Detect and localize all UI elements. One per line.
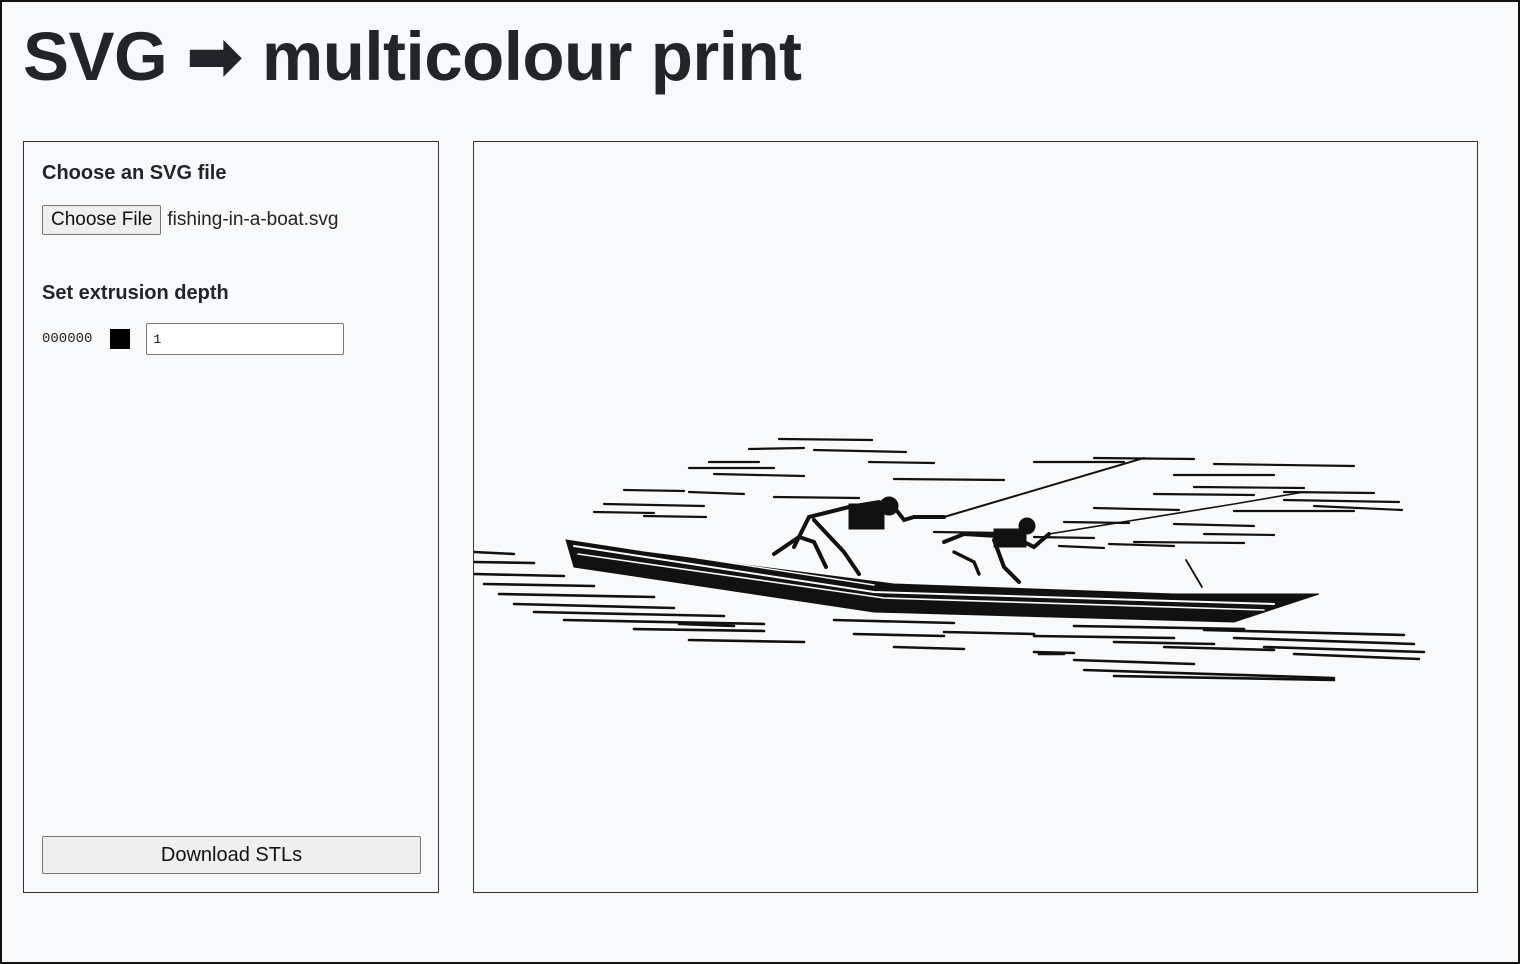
choose-file-button[interactable]: Choose File — [42, 205, 162, 235]
file-section-label: Choose an SVG file — [42, 162, 227, 184]
page-title: SVG ➡ multicolour print — [23, 18, 802, 95]
download-stls-button[interactable]: Download STLs — [42, 836, 421, 874]
color-swatch — [110, 329, 131, 349]
color-hex-label: 000000 — [42, 331, 93, 347]
color-depth-row: 000000 — [42, 323, 345, 355]
controls-panel: Choose an SVG file Choose File fishing-i… — [23, 141, 439, 893]
selected-file-name: fishing-in-a-boat.svg — [167, 209, 339, 230]
boat-illustration-icon — [474, 437, 1426, 682]
depth-section-label: Set extrusion depth — [42, 282, 229, 304]
extrusion-depth-input[interactable] — [146, 323, 345, 355]
file-input[interactable]: Choose File fishing-in-a-boat.svg — [42, 205, 338, 235]
svg-preview — [473, 141, 1478, 893]
